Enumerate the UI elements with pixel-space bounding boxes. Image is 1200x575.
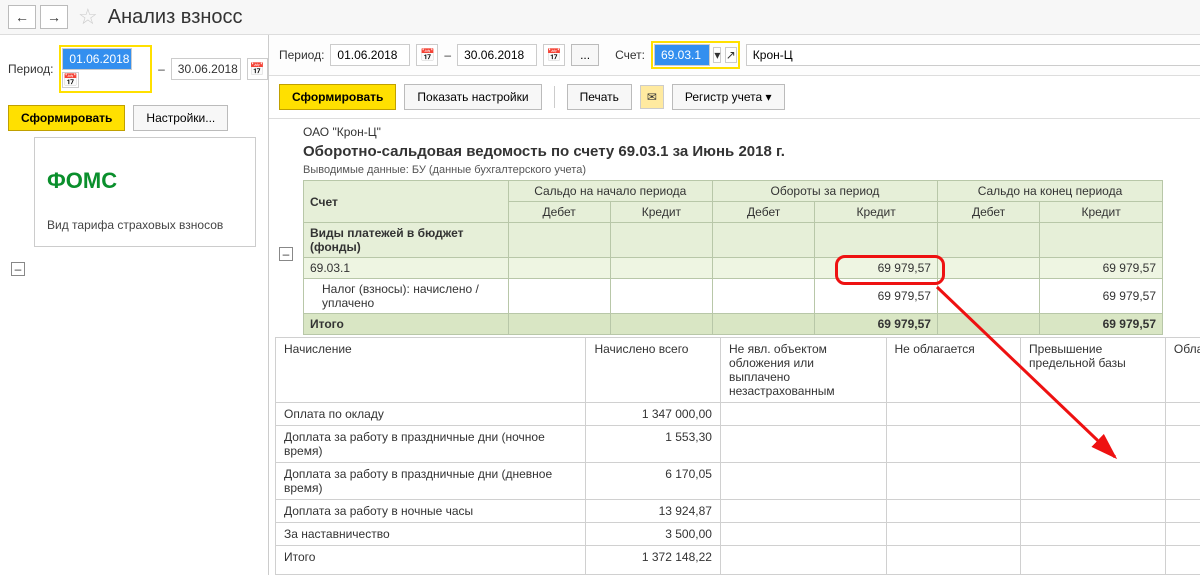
account-input[interactable]: 69.03.1 <box>654 44 710 66</box>
table-row-total: Итого 69 979,57 69 979,57 <box>304 314 1163 335</box>
table-row[interactable]: За наставничество 3 500,00 3 500,00 <box>276 523 1200 546</box>
table-row[interactable]: Доплата за работу в праздничные дни (дне… <box>276 463 1200 500</box>
calendar-icon[interactable]: 📅 <box>62 72 79 88</box>
separator <box>554 86 555 108</box>
report-subtitle: Выводимые данные: БУ (данные бухгалтерск… <box>303 164 1200 176</box>
period-from-input[interactable]: 01.06.2018 <box>62 48 132 70</box>
calendar-icon[interactable]: 📅 <box>543 44 565 66</box>
row-collapse-icon[interactable]: – <box>279 247 293 261</box>
table-row[interactable]: 69.03.1 69 979,57 69 979,57 <box>304 258 1163 279</box>
mail-icon[interactable]: ✉ <box>640 85 664 109</box>
osv-table: Счет Сальдо на начало периода Обороты за… <box>303 180 1163 335</box>
foms-panel: – ФОМС Вид тарифа страховых взносов <box>34 137 256 247</box>
accr-col-base: Облагаемая база <box>1165 338 1200 403</box>
foms-title: ФОМС <box>47 168 243 194</box>
col-debit: Дебет <box>508 202 610 223</box>
period-dash: – <box>158 62 165 76</box>
col-credit: Кредит <box>815 202 938 223</box>
rp-form-button[interactable]: Сформировать <box>279 84 396 110</box>
settings-button[interactable]: Настройки... <box>133 105 228 131</box>
show-settings-button[interactable]: Показать настройки <box>404 84 541 110</box>
accrual-table: Начисление Начислено всего Не явл. объек… <box>275 337 1200 575</box>
nav-back-button[interactable]: ← <box>8 5 36 29</box>
col-debit: Дебет <box>713 202 815 223</box>
rp-period-to[interactable] <box>457 44 537 66</box>
calendar-icon[interactable]: 📅 <box>247 58 268 80</box>
table-row[interactable]: Налог (взносы): начислено / уплачено 69 … <box>304 279 1163 314</box>
col-saldo-begin: Сальдо на начало периода <box>508 181 713 202</box>
favorite-star-icon[interactable]: ☆ <box>78 4 98 30</box>
nav-forward-button[interactable]: → <box>40 5 68 29</box>
rp-period-from[interactable] <box>330 44 410 66</box>
foms-subtitle: Вид тарифа страховых взносов <box>47 218 243 232</box>
period-label: Период: <box>8 62 53 76</box>
col-turnover: Обороты за период <box>713 181 938 202</box>
print-button[interactable]: Печать <box>567 84 632 110</box>
form-button[interactable]: Сформировать <box>8 105 125 131</box>
col-account: Счет <box>304 181 509 223</box>
calendar-icon[interactable]: 📅 <box>416 44 438 66</box>
table-row[interactable]: Оплата по окладу 1 347 000,00 1 347 000,… <box>276 403 1200 426</box>
accr-col-nottax: Не облагается <box>886 338 1021 403</box>
col-credit: Кредит <box>610 202 712 223</box>
org-input[interactable] <box>746 44 1200 66</box>
accr-col-excess: Превышение предельной базы <box>1021 338 1166 403</box>
register-button[interactable]: Регистр учета ▾ <box>672 84 785 110</box>
accr-col-total: Начислено всего <box>586 338 721 403</box>
col-saldo-end: Сальдо на конец периода <box>937 181 1162 202</box>
page-title: Анализ взносс <box>108 6 243 29</box>
report-title: Оборотно-сальдовая ведомость по счету 69… <box>303 143 1200 160</box>
col-debit: Дебет <box>937 202 1039 223</box>
accr-col-notobj: Не явл. объектом обложения или выплачено… <box>720 338 886 403</box>
account-label: Счет: <box>615 48 645 62</box>
table-row-total: Итого 1 372 148,22 1 372 148,22 69 979,5… <box>276 546 1200 575</box>
col-account-sub: Виды платежей в бюджет (фонды) <box>304 223 509 258</box>
period-to-input[interactable]: 30.06.2018 <box>171 58 241 80</box>
table-row[interactable]: Доплата за работу в праздничные дни (ноч… <box>276 426 1200 463</box>
rp-period-label: Период: <box>279 48 324 62</box>
col-credit: Кредит <box>1040 202 1163 223</box>
report-org: ОАО "Крон-Ц" <box>303 125 1200 139</box>
period-picker-button[interactable]: ... <box>571 44 599 66</box>
rp-dash: – <box>444 48 451 62</box>
table-row[interactable]: Доплата за работу в ночные часы 13 924,8… <box>276 500 1200 523</box>
open-icon[interactable]: ↗ <box>725 47 737 63</box>
accr-col-name: Начисление <box>276 338 586 403</box>
tree-collapse-icon[interactable]: – <box>11 262 25 276</box>
dropdown-icon[interactable]: ▾ <box>713 47 721 63</box>
